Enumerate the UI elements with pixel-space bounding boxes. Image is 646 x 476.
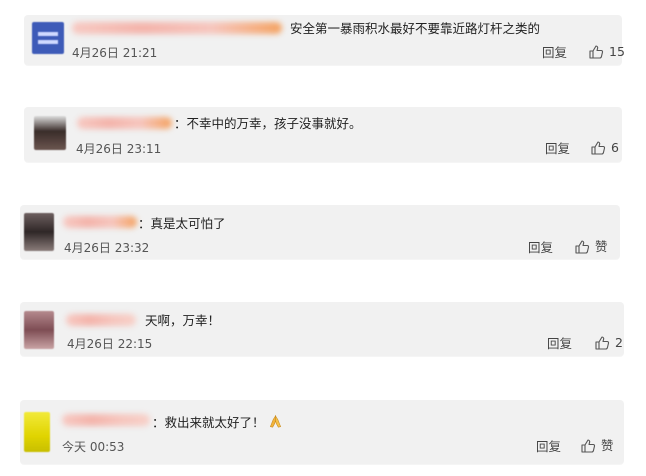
- comment-text: 天啊，万幸！: [145, 313, 221, 328]
- avatar[interactable]: [32, 22, 64, 54]
- thumbs-up-icon: [581, 439, 596, 453]
- reply-button[interactable]: 回复: [547, 337, 572, 351]
- username[interactable]: [63, 216, 137, 228]
- like-count: 赞: [601, 438, 614, 453]
- like-button[interactable]: 赞: [580, 438, 614, 454]
- like-button[interactable]: 赞: [574, 239, 608, 255]
- like-button[interactable]: 2: [594, 335, 623, 351]
- avatar[interactable]: [24, 213, 54, 251]
- comment-time: 4月26日 23:11: [76, 142, 162, 156]
- thumbs-up-icon: [591, 141, 606, 155]
- like-count: 赞: [595, 239, 608, 254]
- praying-hands-icon: [269, 414, 281, 428]
- comment-card: [20, 400, 624, 464]
- comment-time: 今天 00:53: [62, 440, 125, 454]
- reply-button[interactable]: 回复: [528, 241, 553, 255]
- like-button[interactable]: 6: [590, 140, 619, 156]
- avatar[interactable]: [24, 412, 50, 452]
- comment-text: 安全第一暴雨积水最好不要靠近路灯杆之类的: [290, 21, 541, 36]
- username[interactable]: [66, 314, 136, 326]
- comment-text-value: ：救出来就太好了！: [152, 415, 265, 430]
- thumbs-up-icon: [589, 45, 604, 59]
- like-count: 15: [609, 44, 625, 59]
- comment-time: 4月26日 23:32: [64, 241, 150, 255]
- username[interactable]: [62, 414, 150, 426]
- like-button[interactable]: 15: [588, 44, 625, 60]
- avatar[interactable]: [34, 116, 66, 150]
- thumbs-up-icon: [575, 240, 590, 254]
- reply-button[interactable]: 回复: [542, 46, 567, 60]
- reply-button[interactable]: 回复: [545, 142, 570, 156]
- avatar[interactable]: [24, 311, 54, 349]
- comment-text: ：不幸中的万幸，孩子没事就好。: [174, 116, 362, 131]
- username[interactable]: [72, 22, 282, 34]
- comment-time: 4月26日 22:15: [67, 337, 153, 351]
- comment-text: ：救出来就太好了！: [152, 414, 283, 431]
- like-count: 2: [615, 335, 623, 350]
- like-count: 6: [611, 140, 619, 155]
- username[interactable]: [77, 117, 172, 129]
- comment-time: 4月26日 21:21: [72, 46, 158, 60]
- comment-text: ：真是太可怕了: [138, 216, 226, 231]
- reply-button[interactable]: 回复: [536, 440, 561, 454]
- thumbs-up-icon: [595, 336, 610, 350]
